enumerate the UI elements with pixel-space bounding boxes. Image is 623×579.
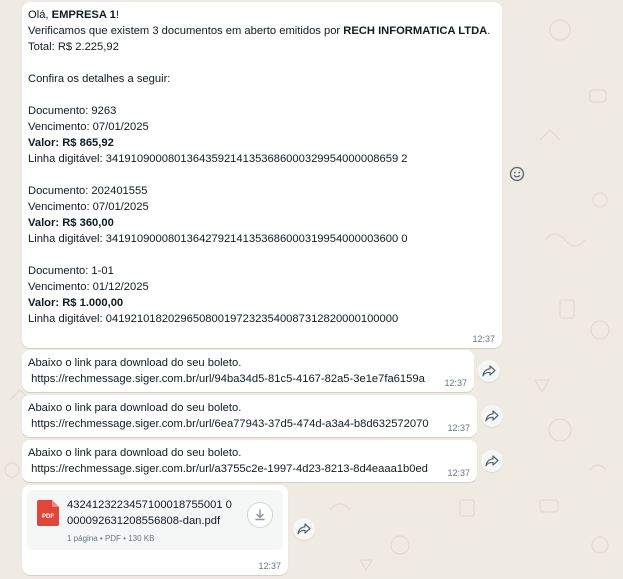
document-number: Documento: 9263	[28, 105, 117, 117]
greeting-line: Olá, EMPRESA 1!	[28, 9, 119, 21]
details-heading: Confira os detalhes a seguir:	[28, 73, 171, 85]
message-bubble-file[interactable]: PDF 4324123223457100018755001 0 00009263…	[22, 485, 288, 575]
document-barcode-line: Linha digitável: 34191090008013642792141…	[28, 233, 408, 245]
react-emoji-button[interactable]	[506, 163, 528, 185]
message-time: 12:37	[447, 468, 470, 478]
document-number: Documento: 202401555	[28, 185, 148, 197]
document-value: Valor: R$ 360,00	[28, 217, 114, 229]
message-time: 12:37	[258, 561, 281, 571]
document-due-date: Vencimento: 07/01/2025	[28, 201, 149, 213]
message-time: 12:37	[447, 423, 470, 433]
pdf-file-icon: PDF	[37, 500, 59, 526]
message-time: 12:37	[444, 378, 467, 388]
message-time: 12:37	[472, 334, 495, 344]
boleto-link[interactable]: https://rechmessage.siger.com.br/url/a37…	[28, 461, 471, 477]
forward-arrow-icon	[485, 455, 499, 467]
forward-arrow-icon	[297, 523, 311, 535]
emoji-smile-icon	[509, 166, 525, 182]
link-intro-text: Abaixo o link para download do seu bolet…	[28, 402, 242, 414]
boleto-link[interactable]: https://rechmessage.siger.com.br/url/6ea…	[28, 416, 471, 432]
forward-button[interactable]	[481, 405, 503, 427]
file-name: 4324123223457100018755001 0 000092631208…	[67, 499, 232, 527]
message-bubble-link[interactable]: Abaixo o link para download do seu bolet…	[22, 395, 477, 437]
svg-text:PDF: PDF	[42, 514, 54, 520]
file-attachment-card[interactable]: PDF 4324123223457100018755001 0 00009263…	[27, 490, 283, 550]
document-barcode-line: Linha digitável: 04192101820296508001972…	[28, 313, 399, 325]
boleto-link[interactable]: https://rechmessage.siger.com.br/url/94b…	[28, 371, 468, 387]
greeting-name: EMPRESA 1	[51, 9, 116, 21]
download-button[interactable]	[247, 502, 273, 528]
link-intro-text: Abaixo o link para download do seu bolet…	[28, 447, 242, 459]
download-arrow-icon	[255, 509, 265, 521]
message-bubble-documents[interactable]: Olá, EMPRESA 1! Verificamos que existem …	[22, 2, 502, 348]
document-due-date: Vencimento: 07/01/2025	[28, 121, 149, 133]
document-value: Valor: R$ 1.000,00	[28, 297, 124, 309]
forward-button[interactable]	[478, 360, 500, 382]
forward-button[interactable]	[293, 518, 315, 540]
document-due-date: Vencimento: 01/12/2025	[28, 281, 149, 293]
document-barcode-line: Linha digitável: 34191090008013643592141…	[28, 153, 408, 165]
document-value: Valor: R$ 865,92	[28, 137, 114, 149]
document-number: Documento: 1-01	[28, 265, 114, 277]
link-intro-text: Abaixo o link para download do seu bolet…	[28, 357, 242, 369]
file-meta: 1 página • PDF • 130 KB	[67, 534, 155, 543]
intro-line: Verificamos que existem 3 documentos em …	[28, 25, 491, 37]
issuer-company: RECH INFORMATICA LTDA	[343, 25, 488, 37]
forward-button[interactable]	[481, 450, 503, 472]
forward-arrow-icon	[485, 410, 499, 422]
message-bubble-link[interactable]: Abaixo o link para download do seu bolet…	[22, 350, 474, 392]
forward-arrow-icon	[482, 365, 496, 377]
message-bubble-link[interactable]: Abaixo o link para download do seu bolet…	[22, 440, 477, 482]
total-line: Total: R$ 2.225,92	[28, 41, 119, 53]
